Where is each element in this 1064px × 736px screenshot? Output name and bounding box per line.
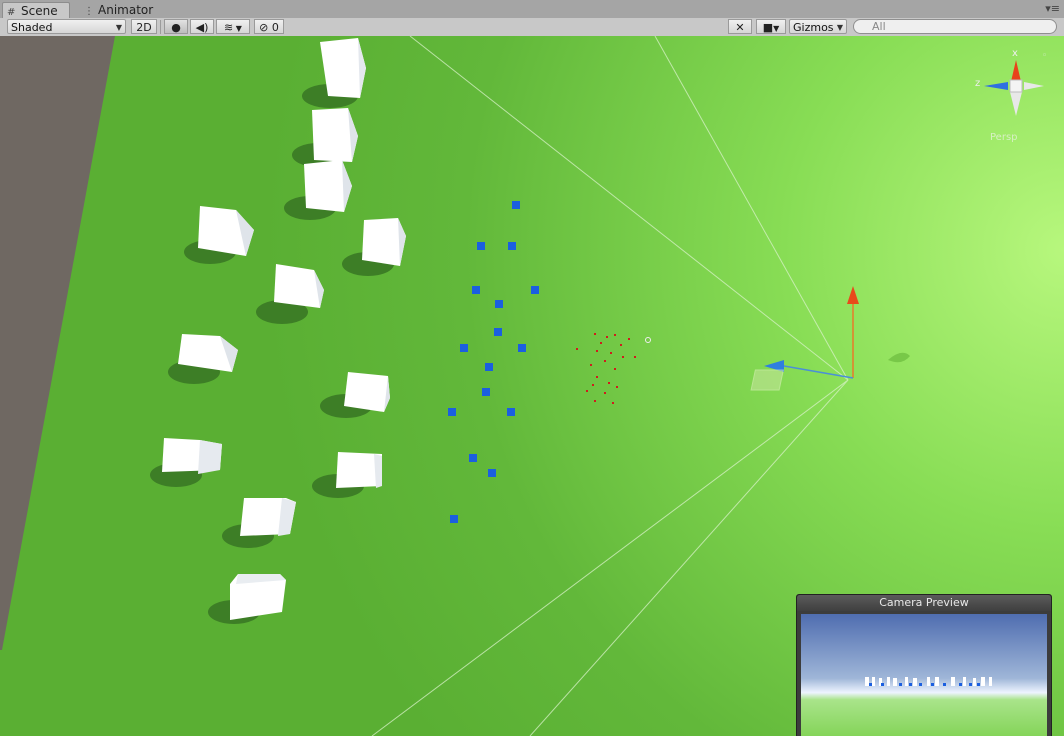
audio-toggle-button[interactable]: ◀) bbox=[190, 19, 214, 34]
agent-cube[interactable] bbox=[512, 201, 520, 209]
tab-animator-label: Animator bbox=[98, 3, 154, 17]
eye-slash-icon: ⊘ bbox=[259, 21, 269, 34]
agent-cube[interactable] bbox=[450, 515, 458, 523]
agent-cube[interactable] bbox=[448, 408, 456, 416]
chevron-down-icon: ▼ bbox=[115, 23, 122, 32]
agent-cube[interactable] bbox=[485, 363, 493, 371]
tab-scene[interactable]: # Scene bbox=[2, 2, 70, 18]
search-placeholder: All bbox=[872, 20, 886, 33]
agent-cube[interactable] bbox=[494, 328, 502, 336]
agent-cube[interactable] bbox=[495, 300, 503, 308]
toolbar-divider bbox=[160, 20, 161, 34]
agent-cube[interactable] bbox=[472, 286, 480, 294]
camera-preview-panel: Camera Preview bbox=[796, 594, 1052, 736]
gizmo-center-cube[interactable] bbox=[1009, 79, 1023, 93]
tab-animator[interactable]: ⋮ Animator bbox=[80, 2, 160, 18]
agent-cube[interactable] bbox=[518, 344, 526, 352]
camera-dropdown[interactable]: ■▼ bbox=[756, 19, 786, 34]
camera-preview-render bbox=[801, 614, 1047, 736]
2d-toggle-button[interactable]: 2D bbox=[131, 19, 157, 34]
agent-cube[interactable] bbox=[488, 469, 496, 477]
chevron-down-icon: ▼ bbox=[836, 23, 843, 32]
hidden-objects-toggle[interactable]: ⊘ 0 bbox=[254, 19, 284, 34]
chevron-down-icon: ▼ bbox=[233, 24, 242, 33]
2d-toggle-label: 2D bbox=[136, 21, 152, 34]
chevron-down-icon: ▼ bbox=[773, 24, 780, 33]
agent-cube[interactable] bbox=[507, 408, 515, 416]
lighting-toggle-button[interactable]: ● bbox=[164, 19, 188, 34]
draw-mode-label: Shaded bbox=[11, 21, 53, 34]
lightbulb-icon: ● bbox=[171, 21, 181, 34]
agent-cube[interactable] bbox=[460, 344, 468, 352]
tab-bar: # Scene ⋮ Animator ▾≡ bbox=[0, 0, 1064, 19]
scene-viewport[interactable]: x z Persp ◦ Camera Preview bbox=[0, 36, 1064, 736]
hidden-count: 0 bbox=[271, 21, 279, 34]
camera-preview-title: Camera Preview bbox=[797, 595, 1051, 611]
draw-mode-dropdown[interactable]: Shaded ▼ bbox=[7, 19, 126, 34]
gizmos-dropdown[interactable]: Gizmos ▼ bbox=[789, 19, 847, 34]
lock-icon[interactable]: ◦ bbox=[1042, 51, 1047, 61]
tab-options-icon[interactable]: ▾≡ bbox=[1045, 2, 1060, 15]
projection-label[interactable]: Persp bbox=[990, 132, 1018, 143]
tab-scene-label: Scene bbox=[21, 4, 58, 18]
tools-button[interactable]: ✕ bbox=[728, 19, 752, 34]
agent-cube[interactable] bbox=[482, 388, 490, 396]
agent-cube[interactable] bbox=[508, 242, 516, 250]
gizmo-z-label: z bbox=[975, 78, 980, 89]
agent-cube[interactable] bbox=[477, 242, 485, 250]
agent-cube[interactable] bbox=[469, 454, 477, 462]
agent-cube[interactable] bbox=[531, 286, 539, 294]
camera-icon: ■ bbox=[762, 21, 774, 34]
search-input[interactable]: All bbox=[853, 19, 1057, 34]
gizmos-label: Gizmos bbox=[793, 21, 834, 34]
gizmo-x-label: x bbox=[1012, 48, 1018, 59]
selected-camera-box[interactable] bbox=[750, 369, 784, 391]
effects-icon: ≋ bbox=[224, 21, 234, 34]
scene-toolbar: Shaded ▼ 2D ● ◀) ≋ ▼ ⊘ 0 ✕ ■▼ Gizmos ▼ ⚲… bbox=[0, 18, 1064, 37]
speaker-icon: ◀) bbox=[195, 21, 209, 34]
effects-dropdown[interactable]: ≋ ▼ bbox=[216, 19, 250, 34]
tools-icon: ✕ bbox=[735, 21, 745, 34]
